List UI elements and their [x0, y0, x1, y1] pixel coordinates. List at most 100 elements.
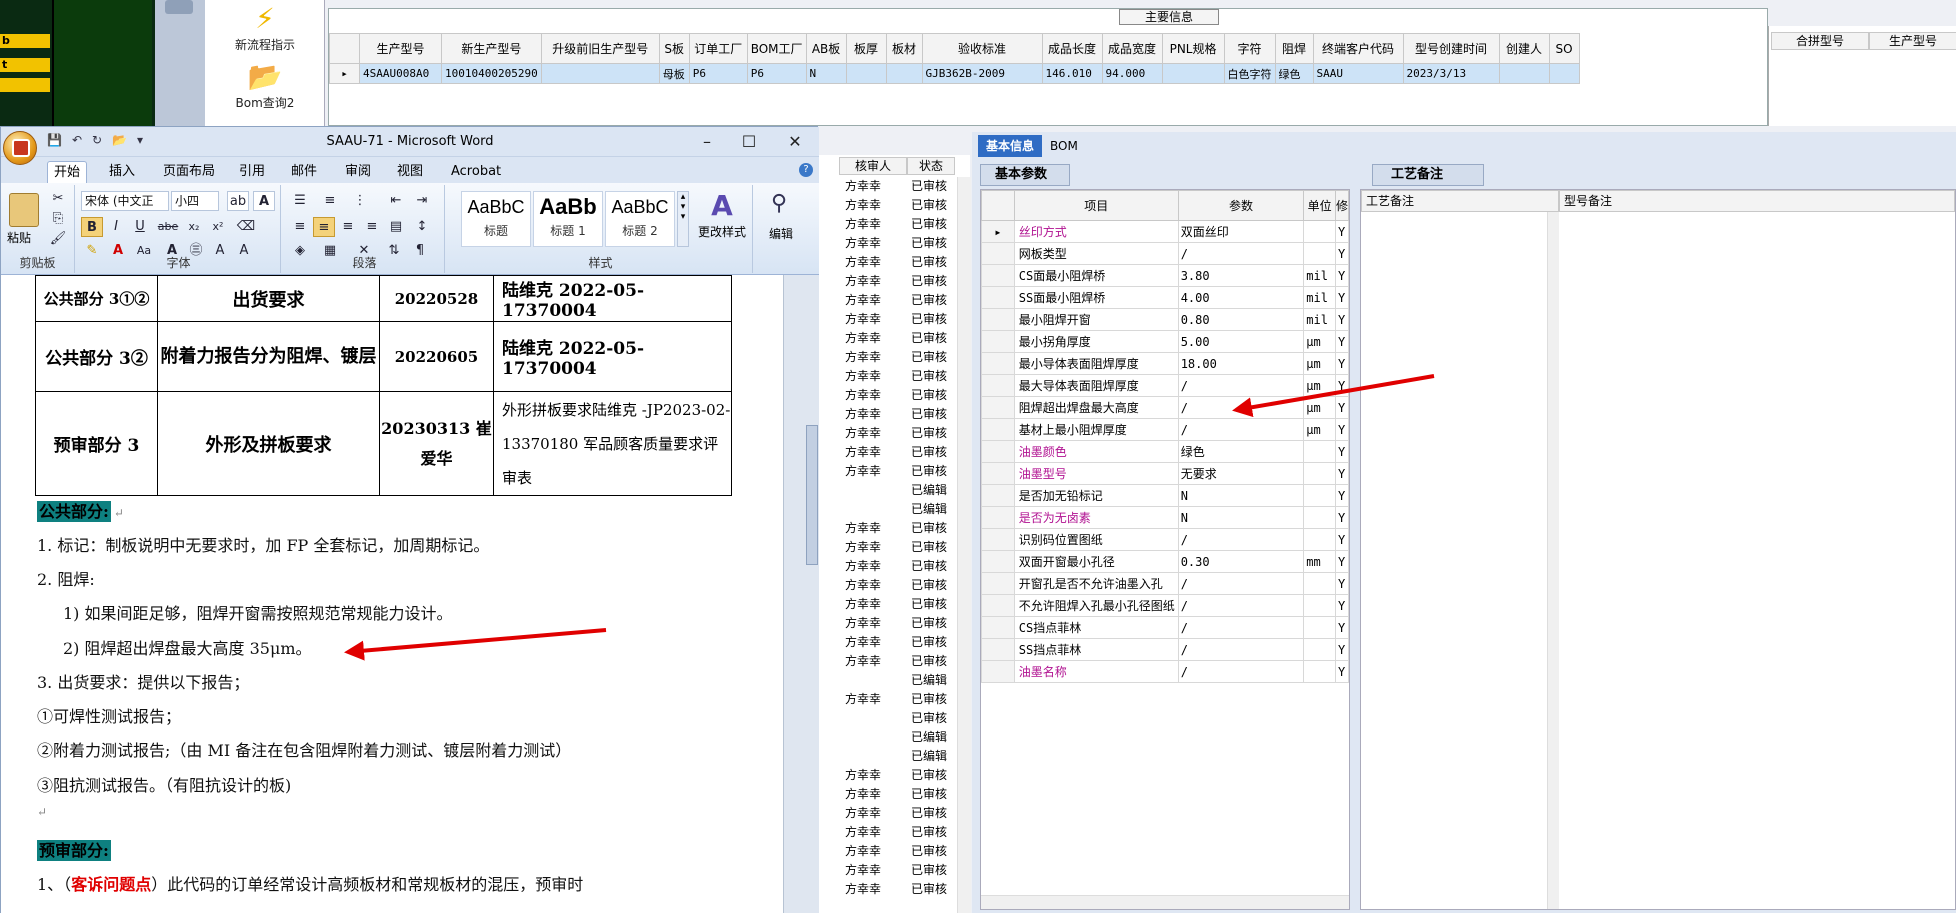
grid-cell[interactable]: 94.000: [1101, 63, 1163, 84]
list-item[interactable]: 方幸幸 已审核: [819, 804, 957, 823]
table-row[interactable]: 油墨型号 无要求 Y: [981, 462, 1350, 485]
list-item[interactable]: 方幸幸 已审核: [819, 766, 957, 785]
scroll-thumb[interactable]: [806, 425, 818, 565]
tab-process-notes[interactable]: 工艺备注: [1372, 164, 1484, 186]
row-selector[interactable]: ▸: [329, 63, 360, 84]
list-item[interactable]: 方幸幸 已审核: [819, 291, 957, 310]
row-selector[interactable]: [981, 286, 1015, 309]
list-item[interactable]: 方幸幸 已审核: [819, 519, 957, 538]
bullets-icon[interactable]: ☰: [289, 191, 311, 211]
strikethrough-icon[interactable]: abe: [157, 217, 179, 237]
col-header[interactable]: 合拼型号: [1771, 32, 1869, 50]
col-header[interactable]: 升级前旧生产型号: [540, 33, 660, 64]
col-header[interactable]: 成品长度: [1041, 33, 1103, 64]
table-row[interactable]: 识别码位置图纸 / Y: [981, 528, 1350, 551]
list-item[interactable]: 方幸幸 已审核: [819, 367, 957, 386]
list-item[interactable]: 已编辑: [819, 728, 957, 747]
tab-page-layout[interactable]: 页面布局: [157, 161, 221, 183]
row-selector[interactable]: [981, 396, 1015, 419]
grid-cell[interactable]: 母板: [658, 63, 690, 84]
col-header[interactable]: 型号创建时间: [1402, 33, 1500, 64]
paste-icon[interactable]: [9, 193, 39, 227]
table-row[interactable]: 油墨颜色 绿色 Y: [981, 440, 1350, 463]
row-selector[interactable]: [981, 550, 1015, 573]
list-item[interactable]: 方幸幸 已审核: [819, 424, 957, 443]
font-name-select[interactable]: 宋体 (中文正: [81, 191, 169, 211]
table-row[interactable]: ▸ 丝印方式 双面丝印 Y: [981, 220, 1350, 243]
subtab-basic-params[interactable]: 基本参数: [980, 164, 1070, 186]
grid-cell[interactable]: 146.010: [1041, 63, 1103, 84]
table-row[interactable]: 最小拐角厚度 5.00 μm Y: [981, 330, 1350, 353]
col-header[interactable]: 板厚: [845, 33, 887, 64]
bold-icon[interactable]: B: [81, 217, 103, 237]
col-header[interactable]: 订单工厂: [688, 33, 748, 64]
list-item[interactable]: 方幸幸 已审核: [819, 272, 957, 291]
tab-references[interactable]: 引用: [233, 161, 271, 183]
table-row[interactable]: 是否为无卤素 N Y: [981, 506, 1350, 529]
tab-mailings[interactable]: 邮件: [285, 161, 323, 183]
list-item[interactable]: 方幸幸 已审核: [819, 253, 957, 272]
undo-icon[interactable]: ↶: [72, 133, 82, 147]
change-styles-button[interactable]: A 更改样式: [695, 189, 749, 255]
grid-cell[interactable]: N: [805, 63, 847, 84]
maximize-button[interactable]: ☐: [731, 130, 767, 154]
grid-cell[interactable]: P6: [746, 63, 807, 84]
minimize-button[interactable]: –: [689, 130, 725, 154]
font-size-select[interactable]: 小四: [171, 191, 219, 211]
grid-cell[interactable]: [1161, 63, 1225, 84]
table-row[interactable]: 网板类型 / Y: [981, 242, 1350, 265]
grid-cell[interactable]: [1548, 63, 1580, 84]
grid-cell[interactable]: GJB362B-2009: [921, 63, 1043, 84]
list-item[interactable]: 方幸幸 已审核: [819, 386, 957, 405]
row-selector[interactable]: [981, 594, 1015, 617]
increase-indent-icon[interactable]: ⇥: [411, 191, 433, 211]
style-heading-1[interactable]: AaBb 标题 1: [533, 191, 603, 247]
close-button[interactable]: ✕: [777, 130, 813, 154]
decrease-indent-icon[interactable]: ⇤: [385, 191, 407, 211]
tab-bom[interactable]: BOM: [1042, 135, 1086, 157]
row-selector[interactable]: ▸: [981, 220, 1015, 243]
row-selector[interactable]: [981, 242, 1015, 265]
list-item[interactable]: 方幸幸 已审核: [819, 538, 957, 557]
format-painter-icon[interactable]: 🖌: [47, 229, 69, 249]
col-header[interactable]: 板材: [885, 33, 923, 64]
table-row[interactable]: CS挡点菲林 / Y: [981, 616, 1350, 639]
col-header-item[interactable]: 项目: [1013, 190, 1179, 221]
col-header[interactable]: 创建人: [1498, 33, 1550, 64]
style-normal[interactable]: AaBbC 标题: [461, 191, 531, 247]
list-item[interactable]: 已编辑: [819, 500, 957, 519]
cut-icon[interactable]: ✂: [47, 189, 69, 209]
row-selector[interactable]: [981, 330, 1015, 353]
table-row[interactable]: 是否加无铅标记 N Y: [981, 484, 1350, 507]
list-item[interactable]: 方幸幸 已审核: [819, 215, 957, 234]
align-right-icon[interactable]: ≡: [337, 217, 359, 237]
redo-icon[interactable]: ↻: [92, 133, 102, 147]
col-header-model-notes[interactable]: 型号备注: [1559, 190, 1955, 212]
list-item[interactable]: 方幸幸 已审核: [819, 823, 957, 842]
launcher-bom-query[interactable]: 📂 Bom查询2: [205, 62, 325, 111]
align-left-icon[interactable]: ≡: [289, 217, 311, 237]
col-header-value[interactable]: 参数: [1177, 190, 1305, 221]
toolbar-icon[interactable]: [165, 0, 193, 14]
tab-home[interactable]: 开始: [47, 161, 88, 183]
binoculars-icon[interactable]: ⚲: [771, 191, 787, 216]
clear-format-icon[interactable]: ⌫: [235, 217, 257, 237]
list-item[interactable]: 方幸幸 已审核: [819, 842, 957, 861]
open-icon[interactable]: 📂: [112, 133, 127, 147]
col-header[interactable]: 生产型号: [359, 33, 442, 64]
table-row[interactable]: 最小导体表面阻焊厚度 18.00 μm Y: [981, 352, 1350, 375]
numbering-icon[interactable]: ≡: [319, 191, 341, 211]
justify-icon[interactable]: ≡: [361, 217, 383, 237]
list-item[interactable]: 方幸幸 已审核: [819, 234, 957, 253]
list-item[interactable]: 方幸幸 已审核: [819, 690, 957, 709]
underline-icon[interactable]: U: [129, 217, 151, 237]
col-header[interactable]: 字符: [1223, 33, 1276, 64]
list-item[interactable]: 方幸幸 已审核: [819, 614, 957, 633]
tab-acrobat[interactable]: Acrobat: [445, 161, 507, 183]
row-selector[interactable]: [981, 308, 1015, 331]
col-header[interactable]: S板: [658, 33, 690, 64]
list-item[interactable]: 方幸幸 已审核: [819, 177, 957, 196]
vertical-scrollbar[interactable]: [1547, 212, 1559, 909]
tab-view[interactable]: 视图: [391, 161, 429, 183]
list-item[interactable]: 方幸幸 已审核: [819, 576, 957, 595]
